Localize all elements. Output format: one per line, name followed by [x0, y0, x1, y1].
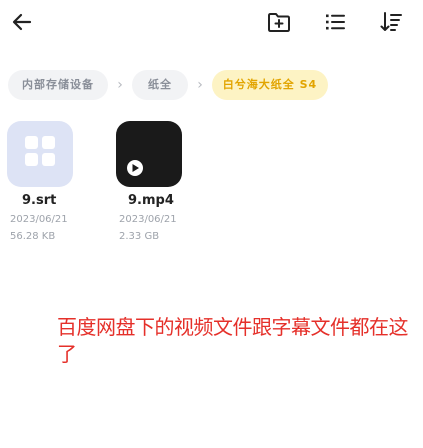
breadcrumb-item-folder[interactable]: 纸全 [132, 70, 188, 100]
new-folder-button[interactable] [262, 6, 296, 38]
file-size: 2.33 GB [119, 231, 160, 242]
file-date: 2023/06/21 [119, 214, 177, 225]
file-name: 9.srt [22, 193, 57, 208]
list-view-button[interactable] [318, 6, 352, 38]
file-date: 2023/06/21 [10, 214, 68, 225]
breadcrumb-item-internal-storage[interactable]: 内部存储设备 [8, 70, 108, 100]
top-toolbar [0, 0, 423, 46]
breadcrumb-item-current[interactable]: 白兮海大纸全 S4 [212, 70, 328, 100]
sort-icon [380, 12, 402, 31]
file-item[interactable]: 9.srt 2023/06/21 56.28 KB [0, 121, 80, 245]
breadcrumb-separator: › [197, 77, 203, 93]
sort-button[interactable] [374, 6, 408, 38]
file-size: 56.28 KB [10, 231, 56, 242]
back-button[interactable] [4, 6, 40, 38]
annotation-text: 百度网盘下的视频文件跟字幕文件都在这了 [57, 315, 409, 366]
breadcrumb-separator: › [117, 77, 123, 93]
file-name: 9.mp4 [128, 193, 174, 208]
subtitle-file-icon [7, 121, 73, 187]
breadcrumb: 内部存储设备 › 纸全 › 白兮海大纸全 S4 [8, 70, 328, 100]
folder-plus-icon [268, 13, 290, 32]
video-file-icon [116, 121, 182, 187]
list-view-icon [326, 14, 345, 30]
arrow-left-icon [12, 13, 32, 31]
file-browser-page: 内部存储设备 › 纸全 › 白兮海大纸全 S4 9.srt 2023/06/21… [0, 0, 423, 448]
file-item[interactable]: 9.mp4 2023/06/21 2.33 GB [108, 121, 188, 245]
